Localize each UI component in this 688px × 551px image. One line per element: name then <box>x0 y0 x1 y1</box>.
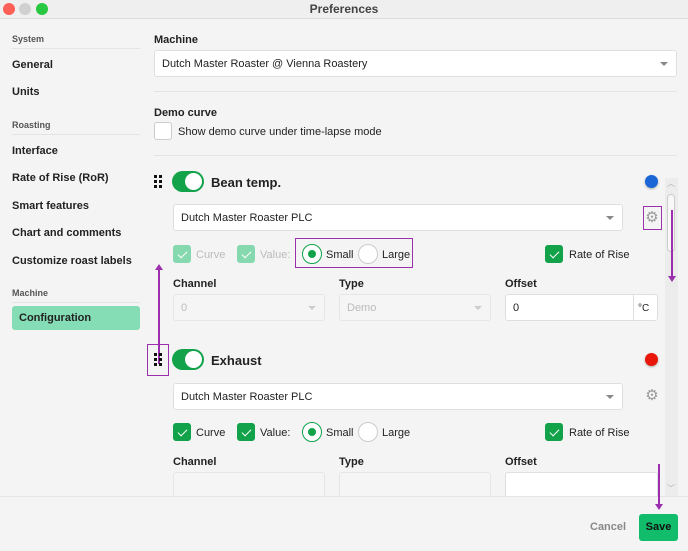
exhaust-value-checkbox[interactable] <box>237 423 255 441</box>
bean-temp-channel-select[interactable]: 0 <box>173 294 325 321</box>
channels-scroll-area: Bean temp. Dutch Master Roaster PLC ⚙ Cu… <box>140 20 665 496</box>
exhaust-value-label: Value: <box>260 427 291 439</box>
cancel-button[interactable]: Cancel <box>590 521 626 533</box>
save-button[interactable]: Save <box>639 514 678 541</box>
gear-icon[interactable]: ⚙ <box>645 388 659 403</box>
title-bar: Preferences <box>0 0 688 19</box>
arrowhead <box>155 264 163 270</box>
bean-temp-toggle[interactable] <box>172 171 204 192</box>
bean-temp-type-value: Demo <box>347 302 377 314</box>
exhaust-curve-label: Curve <box>196 427 226 439</box>
bean-temp-offset-unit: °C <box>633 295 657 320</box>
sidebar-section-machine: Machine <box>12 288 140 303</box>
chevron-down-icon <box>474 306 482 310</box>
sidebar-section-roasting: Roasting <box>12 120 140 135</box>
bean-temp-type-label: Type <box>339 278 364 290</box>
sidebar-item-configuration[interactable]: Configuration <box>12 306 140 330</box>
exhaust-toggle[interactable] <box>172 349 204 370</box>
bean-temp-small-label: Small <box>326 249 354 261</box>
exhaust-small-radio[interactable] <box>302 422 322 442</box>
chevron-down-icon <box>606 395 614 399</box>
footer: Cancel Save <box>0 496 688 551</box>
sidebar-item-units[interactable]: Units <box>12 86 40 98</box>
bean-temp-channel-value: 0 <box>181 302 188 314</box>
sidebar-item-smart-features[interactable]: Smart features <box>12 200 89 212</box>
sidebar-item-general[interactable]: General <box>12 59 53 71</box>
exhaust-source-select[interactable]: Dutch Master Roaster PLC <box>173 383 623 410</box>
exhaust-type-select[interactable] <box>339 472 491 496</box>
chevron-down-icon <box>606 216 614 220</box>
scroll-down-icon[interactable]: ﹀ <box>667 483 675 494</box>
bean-temp-large-label: Large <box>382 249 411 261</box>
exhaust-type-label: Type <box>339 456 364 468</box>
exhaust-color-swatch[interactable] <box>645 353 658 366</box>
exhaust-offset-label: Offset <box>505 456 537 468</box>
exhaust-channel-select[interactable] <box>173 472 325 496</box>
exhaust-large-label: Large <box>382 427 411 439</box>
exhaust-offset-input[interactable] <box>505 472 658 496</box>
annotation-box <box>643 206 662 230</box>
exhaust-curve-checkbox[interactable] <box>173 423 191 441</box>
drag-handle-icon[interactable] <box>154 175 164 188</box>
exhaust-channel-label: Channel <box>173 456 217 468</box>
bean-temp-type-select[interactable]: Demo <box>339 294 491 321</box>
exhaust-source-value: Dutch Master Roaster PLC <box>181 391 313 403</box>
drag-handle-icon[interactable] <box>154 353 164 366</box>
arrowhead <box>668 276 676 282</box>
chevron-down-icon <box>308 306 316 310</box>
sidebar-item-rate-of-rise[interactable]: Rate of Rise (RoR) <box>12 172 109 184</box>
bean-temp-source-select[interactable]: Dutch Master Roaster PLC <box>173 204 623 231</box>
bean-temp-curve-label: Curve <box>196 249 226 261</box>
bean-temp-value-label: Value: <box>260 249 291 261</box>
bean-temp-offset-label: Offset <box>505 278 537 290</box>
bean-temp-curve-checkbox[interactable] <box>173 245 191 263</box>
bean-temp-offset-input[interactable]: 0 °C <box>505 294 658 321</box>
window-title: Preferences <box>309 2 379 16</box>
bean-temp-offset-value: 0 <box>513 302 520 314</box>
bean-temp-large-radio[interactable] <box>358 244 378 264</box>
bean-temp-channel-label: Channel <box>173 278 217 290</box>
annotation-arrow-save <box>658 464 660 506</box>
sidebar: System General Units Roasting Interface … <box>0 20 150 551</box>
bean-temp-small-radio[interactable] <box>302 244 322 264</box>
sidebar-section-system: System <box>12 34 140 49</box>
bean-temp-ror-checkbox[interactable] <box>545 245 563 263</box>
sidebar-item-interface[interactable]: Interface <box>12 145 58 157</box>
exhaust-large-radio[interactable] <box>358 422 378 442</box>
exhaust-ror-label: Rate of Rise <box>569 427 630 439</box>
bean-temp-value-checkbox[interactable] <box>237 245 255 263</box>
sidebar-item-customize-roast-labels[interactable]: Customize roast labels <box>12 255 132 267</box>
annotation-arrow-down <box>671 210 673 278</box>
sidebar-item-chart-and-comments[interactable]: Chart and comments <box>12 227 121 239</box>
exhaust-title: Exhaust <box>211 353 262 368</box>
bean-temp-color-swatch[interactable] <box>645 175 658 188</box>
bean-temp-ror-label: Rate of Rise <box>569 249 630 261</box>
exhaust-ror-checkbox[interactable] <box>545 423 563 441</box>
bean-temp-title: Bean temp. <box>211 175 282 190</box>
exhaust-small-label: Small <box>326 427 354 439</box>
scroll-up-icon[interactable]: ︿ <box>667 178 675 189</box>
bean-temp-source-value: Dutch Master Roaster PLC <box>181 212 313 224</box>
arrowhead <box>655 504 663 510</box>
